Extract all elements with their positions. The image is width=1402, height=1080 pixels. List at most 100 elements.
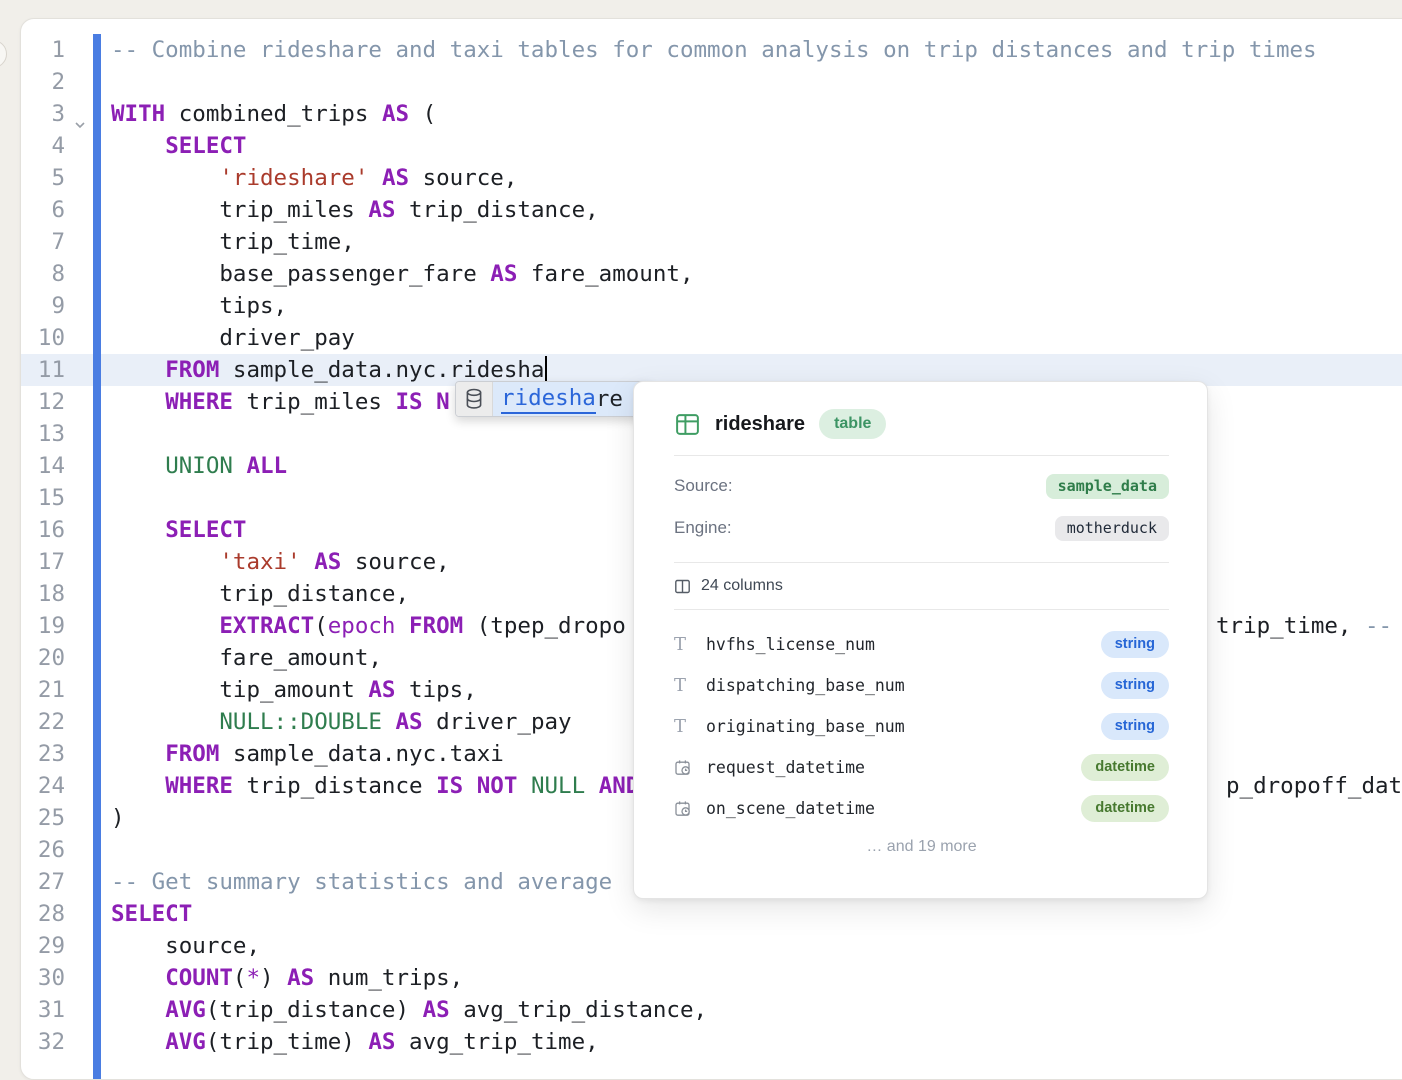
column-type-badge: string	[1101, 713, 1169, 740]
code-line[interactable]: 8 base_passenger_fare AS fare_amount,	[21, 258, 1402, 290]
column-type-badge: string	[1101, 672, 1169, 699]
suggestion-rideshare[interactable]: rideshare	[493, 382, 651, 416]
source-value-badge: sample_data	[1046, 474, 1169, 499]
suggestion-rest-text: re	[596, 386, 623, 412]
column-name: on_scene_datetime	[706, 799, 1081, 818]
code-line[interactable]: 10 driver_pay	[21, 322, 1402, 354]
text-cursor	[545, 356, 547, 382]
fold-chevron-icon[interactable]	[73, 107, 89, 121]
code-line-text: 'rideshare' AS source,	[111, 162, 517, 194]
line-number: 9	[21, 290, 65, 322]
code-line-text: UNION ALL	[111, 450, 287, 482]
column-type-badge: string	[1101, 631, 1169, 658]
code-line-text: COUNT(*) AS num_trips,	[111, 962, 463, 994]
tooltip-header: rideshare table	[674, 382, 1169, 441]
column-row: request_datetime datetime	[674, 747, 1169, 788]
code-line-fragment: trip_time, --	[1216, 610, 1392, 642]
column-name: dispatching_base_num	[706, 676, 1101, 695]
code-line[interactable]: 32 AVG(trip_time) AS avg_trip_time,	[21, 1026, 1402, 1058]
table-icon	[674, 411, 701, 438]
line-number: 21	[21, 674, 65, 706]
line-number: 10	[21, 322, 65, 354]
code-line[interactable]: 2	[21, 66, 1402, 98]
code-line-text: SELECT	[111, 514, 246, 546]
code-line-text: trip_miles AS trip_distance,	[111, 194, 599, 226]
line-number: 26	[21, 834, 65, 866]
source-row: Source: sample_data	[674, 464, 1169, 508]
table-name: rideshare	[715, 413, 805, 436]
code-line-text: WHERE trip_distance IS NOT NULL AND	[111, 770, 639, 802]
line-number: 3	[21, 98, 65, 130]
columns-icon	[674, 578, 691, 595]
line-number: 17	[21, 546, 65, 578]
calendar-clock-icon	[674, 759, 706, 777]
code-line-text: 'taxi' AS source,	[111, 546, 450, 578]
calendar-clock-icon	[674, 800, 706, 818]
line-number: 6	[21, 194, 65, 226]
line-number: 31	[21, 994, 65, 1026]
code-line-text: NULL::DOUBLE AS driver_pay	[111, 706, 572, 738]
line-number: 32	[21, 1026, 65, 1058]
columns-count-text: 24 columns	[701, 577, 783, 595]
code-line[interactable]: 30 COUNT(*) AS num_trips,	[21, 962, 1402, 994]
code-line-text: AVG(trip_time) AS avg_trip_time,	[111, 1026, 599, 1058]
more-columns-text: … and 19 more	[674, 838, 1169, 856]
line-number: 20	[21, 642, 65, 674]
autocomplete-popup[interactable]: rideshare	[455, 381, 652, 417]
code-line-text: )	[111, 802, 125, 834]
code-line[interactable]: 1 -- Combine rideshare and taxi tables fo…	[21, 34, 1402, 66]
line-number: 14	[21, 450, 65, 482]
code-line-text: -- Combine rideshare and taxi tables for…	[111, 34, 1317, 66]
line-number: 8	[21, 258, 65, 290]
column-name: hvfhs_license_num	[706, 635, 1101, 654]
code-line[interactable]: 3WITH combined_trips AS (	[21, 98, 1402, 130]
line-number: 1	[21, 34, 65, 66]
text-type-icon: T	[674, 716, 706, 737]
column-row: on_scene_datetime datetime	[674, 788, 1169, 829]
table-type-badge: table	[819, 409, 886, 439]
code-line[interactable]: 5 'rideshare' AS source,	[21, 162, 1402, 194]
columns-list: T hvfhs_license_num string T dispatching…	[674, 610, 1169, 829]
sql-editor-screen: { "page": { "background": "#f1efea" }, "…	[0, 0, 1402, 1024]
panel-collapse-knob[interactable]	[0, 40, 7, 68]
code-line[interactable]: 28 SELECT	[21, 898, 1402, 930]
line-number: 16	[21, 514, 65, 546]
divider	[674, 455, 1169, 456]
line-number: 18	[21, 578, 65, 610]
line-number: 13	[21, 418, 65, 450]
code-line-text: SELECT	[111, 898, 192, 930]
line-number: 29	[21, 930, 65, 962]
code-line-text: tips,	[111, 290, 287, 322]
line-number: 2	[21, 66, 65, 98]
suggestion-matched-text: ridesha	[501, 385, 596, 414]
code-line-fragment: p_dropoff_datet	[1226, 770, 1402, 802]
line-number: 12	[21, 386, 65, 418]
code-line[interactable]: 6 trip_miles AS trip_distance,	[21, 194, 1402, 226]
code-line-text: trip_time,	[111, 226, 355, 258]
code-line-text: driver_pay	[111, 322, 355, 354]
line-number: 11	[21, 354, 65, 386]
line-number: 23	[21, 738, 65, 770]
engine-row: Engine: motherduck	[674, 508, 1169, 548]
code-line-text: fare_amount,	[111, 642, 382, 674]
line-number: 27	[21, 866, 65, 898]
code-line-text: -- Get summary statistics and average	[111, 866, 612, 898]
code-line[interactable]: 7 trip_time,	[21, 226, 1402, 258]
code-line[interactable]: 9 tips,	[21, 290, 1402, 322]
code-line-text: WHERE trip_miles IS N	[111, 386, 450, 418]
line-number: 5	[21, 162, 65, 194]
text-type-icon: T	[674, 634, 706, 655]
code-line-text: tip_amount AS tips,	[111, 674, 477, 706]
code-line[interactable]: 31 AVG(trip_distance) AS avg_trip_distan…	[21, 994, 1402, 1026]
table-info-tooltip: rideshare table Source: sample_data Engi…	[633, 381, 1208, 899]
column-name: originating_base_num	[706, 717, 1101, 736]
code-line[interactable]: 29 source,	[21, 930, 1402, 962]
gutter-change-bar	[93, 34, 101, 1080]
line-number: 28	[21, 898, 65, 930]
code-line-text: AVG(trip_distance) AS avg_trip_distance,	[111, 994, 707, 1026]
engine-value-badge: motherduck	[1055, 516, 1169, 541]
line-number: 22	[21, 706, 65, 738]
code-line-text: SELECT	[111, 130, 246, 162]
line-number: 7	[21, 226, 65, 258]
code-line[interactable]: 4 SELECT	[21, 130, 1402, 162]
